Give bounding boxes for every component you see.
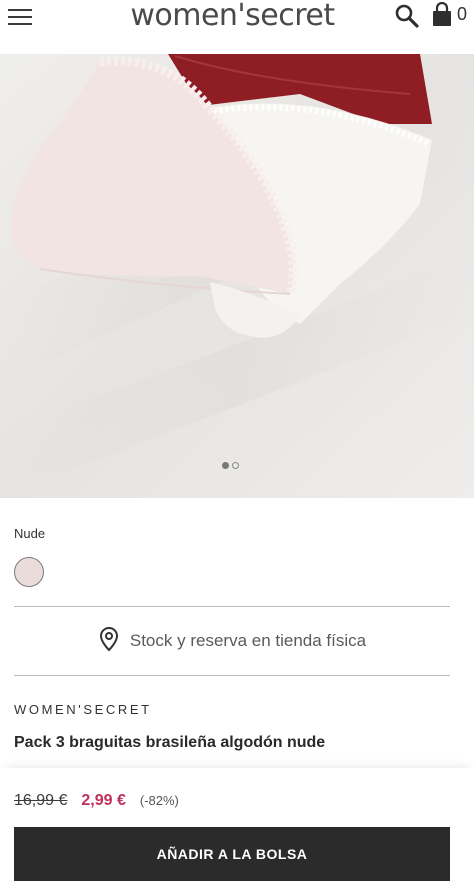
location-pin-icon: [98, 626, 120, 657]
store-stock-label: Stock y reserva en tienda física: [129, 631, 367, 650]
product-title: Pack 3 braguitas brasileña algodón nude: [14, 734, 326, 751]
gallery-dot-2[interactable]: [232, 462, 239, 469]
menu-icon-line: [8, 16, 32, 18]
product-image-gallery[interactable]: [0, 54, 474, 498]
add-to-bag-button[interactable]: AÑADIR A LA BOLSA: [14, 827, 450, 881]
gallery-pagination: [222, 462, 239, 470]
menu-icon-line: [8, 23, 32, 25]
brand-logo[interactable]: women'secret: [110, 0, 355, 33]
product-photo: [0, 54, 474, 498]
color-label: Nude: [14, 526, 46, 541]
search-icon[interactable]: [394, 3, 420, 29]
sale-price: 2,99 €: [81, 792, 126, 809]
price-row: 16,99 € 2,99 € (-82%): [14, 792, 179, 810]
color-swatch-nude[interactable]: [14, 557, 44, 587]
menu-icon[interactable]: [8, 7, 32, 27]
original-price: 16,99 €: [14, 792, 68, 809]
menu-icon-line: [8, 9, 32, 11]
top-header: women'secret 0: [0, 0, 474, 34]
discount-badge: (-82%): [139, 793, 179, 808]
shopping-bag-icon[interactable]: [431, 1, 453, 28]
bag-item-count[interactable]: 0: [457, 4, 467, 25]
purchase-bar: 16,99 € 2,99 € (-82%) AÑADIR A LA BOLSA: [0, 768, 474, 889]
divider: [14, 675, 450, 676]
gallery-dot-1[interactable]: [222, 462, 229, 469]
product-brand: WOMEN'SECRET: [14, 702, 152, 717]
store-stock-button[interactable]: Stock y reserva en tienda física: [14, 607, 450, 675]
